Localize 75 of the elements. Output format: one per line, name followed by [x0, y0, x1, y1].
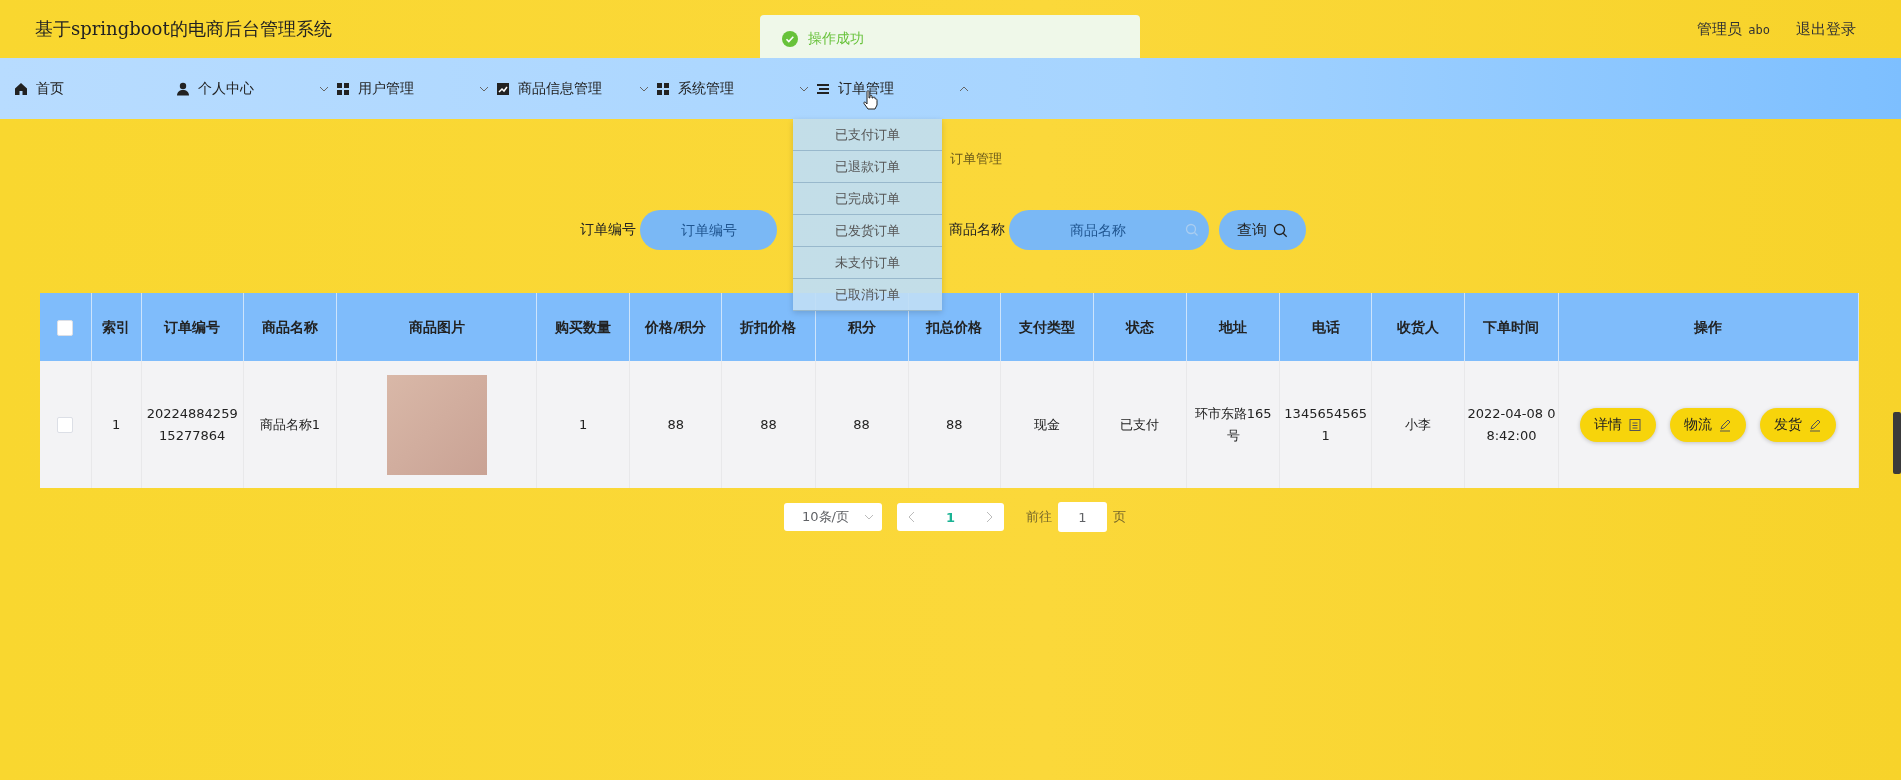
row-checkbox[interactable]: [57, 417, 74, 433]
column-header: 下单时间: [1464, 293, 1558, 361]
chevron-left-icon[interactable]: [907, 511, 917, 523]
page-size-select[interactable]: 10条/页: [784, 503, 882, 531]
search-button[interactable]: 查询: [1219, 210, 1306, 250]
table-cell: 13456545651: [1279, 361, 1372, 488]
table-cell: 20224884259 15277864: [141, 361, 244, 488]
table-cell: 现金: [1000, 361, 1094, 488]
chevron-right-icon[interactable]: [984, 511, 994, 523]
dropdown-item[interactable]: 已完成订单: [793, 183, 942, 215]
search-label: 商品名称: [949, 221, 1006, 239]
search-icon: [1273, 222, 1288, 238]
nav-item[interactable]: 个人中心: [176, 58, 336, 119]
column-header: 商品图片: [336, 293, 537, 361]
dropdown-item[interactable]: 未支付订单: [793, 247, 942, 279]
goto-label: 前往: [1026, 508, 1052, 526]
action-button[interactable]: 物流: [1670, 407, 1747, 442]
table-cell: 商品名称1: [243, 361, 337, 488]
column-header: 购买数量: [536, 293, 630, 361]
grid-icon: [336, 81, 350, 96]
column-header: 电话: [1279, 293, 1372, 361]
table-cell: 小李: [1371, 361, 1465, 488]
action-button[interactable]: 详情: [1580, 407, 1657, 442]
nav-item[interactable]: 系统管理: [656, 58, 816, 119]
column-header: 支付类型: [1000, 293, 1094, 361]
user-name: abo: [1748, 22, 1770, 37]
table-cell: 已支付: [1093, 361, 1187, 488]
table-cell: 环市东路165号: [1186, 361, 1280, 488]
pencil-icon: [1808, 417, 1823, 432]
table-cell: 88: [721, 361, 815, 488]
chevron-down-icon: [864, 512, 874, 522]
column-header: 地址: [1186, 293, 1280, 361]
search-field[interactable]: 商品名称: [1009, 210, 1209, 250]
breadcrumb-item[interactable]: 订单管理: [950, 150, 1002, 168]
column-header: 商品名称: [243, 293, 337, 361]
nav-item[interactable]: 首页: [14, 58, 176, 119]
chart-icon: [496, 81, 510, 96]
column-header: 索引: [91, 293, 142, 361]
column-header: 订单编号: [141, 293, 244, 361]
page-suffix: 页: [1113, 508, 1126, 526]
check-circle-icon: [782, 31, 798, 47]
table-cell: 1: [536, 361, 630, 488]
search-label: 订单编号: [580, 221, 637, 239]
table-cell: 88: [815, 361, 909, 488]
column-header: 操作: [1558, 293, 1859, 361]
user-icon: [176, 81, 190, 96]
column-header: 收货人: [1371, 293, 1465, 361]
user-role: 管理员: [1697, 19, 1743, 38]
document-icon: [1628, 417, 1643, 432]
grid-icon: [656, 81, 670, 96]
column-header: 状态: [1093, 293, 1187, 361]
home-icon: [14, 81, 28, 96]
column-header: 价格/积分: [629, 293, 722, 361]
search-field[interactable]: 订单编号: [640, 210, 777, 250]
nav-item[interactable]: 用户管理: [336, 58, 496, 119]
column-header: 折扣价格: [721, 293, 815, 361]
logout-link[interactable]: 退出登录: [1796, 19, 1856, 39]
dropdown-item[interactable]: 已退款订单: [793, 151, 942, 183]
action-button[interactable]: 发货: [1760, 407, 1837, 442]
goto-page-field[interactable]: 1: [1058, 502, 1107, 532]
search-icon: [1185, 223, 1199, 237]
nav-item[interactable]: 商品信息管理: [496, 58, 656, 119]
toast-text: 操作成功: [808, 30, 864, 48]
table-cell: 1: [91, 361, 142, 488]
scrollbar-thumb[interactable]: [1893, 412, 1901, 474]
table-cell: 88: [629, 361, 722, 488]
table-cell: 88: [908, 361, 1001, 488]
select-all-checkbox[interactable]: [57, 320, 74, 336]
list-icon: [816, 81, 830, 96]
table-cell: 2022-04-08 08:42:00: [1464, 361, 1558, 488]
nav-item[interactable]: 订单管理: [816, 58, 976, 119]
dropdown-item[interactable]: 已发货订单: [793, 215, 942, 247]
dropdown-item[interactable]: 已支付订单: [793, 119, 942, 151]
system-title: 基于springboot的电商后台管理系统: [35, 17, 332, 41]
pencil-icon: [1718, 417, 1733, 432]
